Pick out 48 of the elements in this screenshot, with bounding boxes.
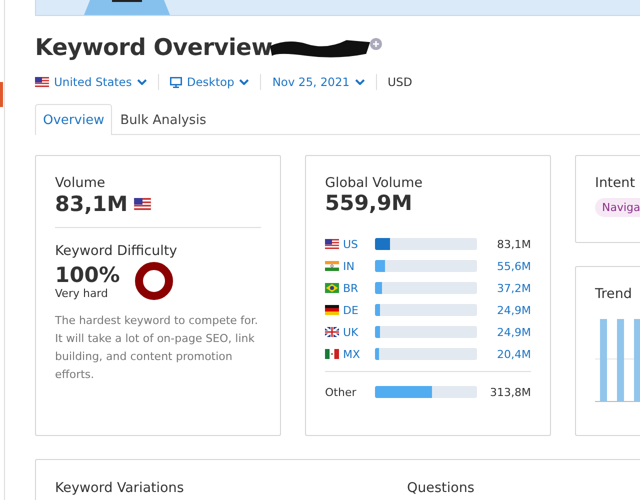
filter-dropdown[interactable]: Nov 25, 2021 [272, 75, 365, 89]
country-volume[interactable]: 37,2M [477, 282, 531, 294]
monitor-icon [170, 76, 182, 88]
card-title: Trend [595, 286, 633, 302]
page-title: Keyword Overview [35, 35, 272, 61]
country-volume[interactable]: 83,1M [477, 238, 531, 250]
card-title: Global Volume [325, 175, 424, 191]
flag-icon [325, 261, 339, 271]
intent-tag: Naviga [595, 198, 640, 217]
global-volume-value: 559,9M [325, 191, 414, 215]
difficulty-rating: Very hard [55, 286, 109, 300]
country-volume[interactable]: 20,4M [477, 348, 531, 360]
tab[interactable]: Bulk Analysis [112, 104, 214, 135]
card-title: Intent [595, 175, 636, 191]
country-volume[interactable]: 55,6M [477, 260, 531, 272]
chevron-down-icon [136, 79, 147, 85]
difficulty-value: 100% [55, 262, 120, 286]
card-title: Keyword Variations [55, 480, 185, 498]
card-title: Keyword Difficulty [55, 243, 178, 259]
flag-icon [325, 239, 339, 249]
country-link[interactable]: US [343, 238, 358, 250]
country-link[interactable]: MX [343, 348, 360, 360]
flag-icon [325, 283, 339, 293]
country-volume[interactable]: 24,9M [477, 326, 531, 338]
country-link[interactable]: BR [343, 282, 358, 294]
flag-icon [325, 305, 339, 315]
tab[interactable]: Overview [35, 104, 112, 135]
chevron-down-icon [239, 79, 250, 85]
flag-icon [325, 327, 339, 337]
volume-value: 83,1M [55, 192, 128, 216]
difficulty-description: The hardest keyword to compete for. It will take a lot of on-page SEO, link building, and content promotion efforts. [55, 313, 260, 383]
flag-icon [35, 77, 49, 87]
flag-icon [325, 349, 339, 359]
currency-label: USD [388, 75, 412, 89]
filter-dropdown[interactable]: Desktop [170, 75, 250, 89]
country-link[interactable]: UK [343, 326, 358, 338]
country-link[interactable]: IN [343, 260, 354, 272]
filter-dropdown[interactable]: United States [35, 75, 147, 89]
country-volume[interactable]: 24,9M [477, 304, 531, 316]
flag-icon [134, 198, 151, 210]
country-link[interactable]: DE [343, 304, 358, 316]
card-title: Questions [407, 480, 474, 498]
add-icon[interactable] [370, 38, 382, 50]
other-label: Other [325, 386, 358, 398]
other-volume: 313,8M [489, 386, 531, 398]
card-title: Volume [55, 175, 106, 191]
chevron-down-icon [354, 79, 365, 85]
sidebar-marker [0, 82, 3, 107]
